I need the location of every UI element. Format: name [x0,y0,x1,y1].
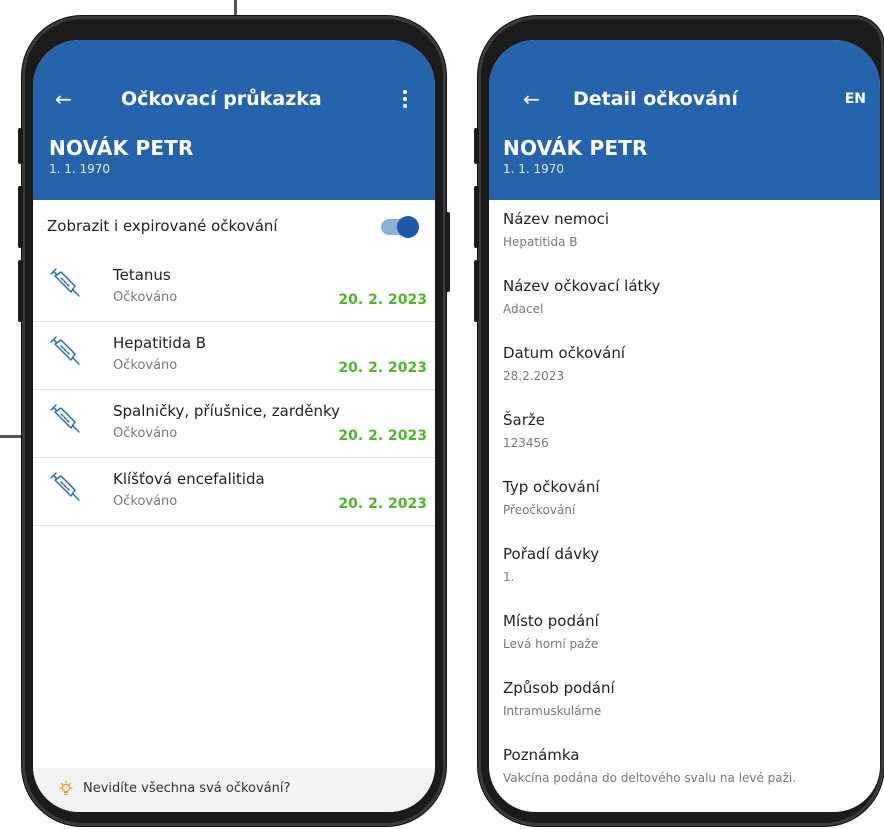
expired-toggle-row: Zobrazit i expirované očkování [47,213,421,241]
vaccine-status: Očkováno [113,426,178,441]
field-value: Vakcína podána do deltového svalu na lev… [503,771,797,785]
missing-vaccinations-hint[interactable]: Nevidíte všechna svá očkování? [33,768,435,812]
list-item[interactable]: Klíšťová encefalitida Očkováno 20. 2. 20… [33,458,435,526]
toggle-label: Zobrazit i expirované očkování [47,217,278,235]
vaccine-date: 20. 2. 2023 [338,360,427,376]
field-label: Místo podání [503,612,599,630]
field-label: Šarže [503,411,545,429]
screen-left: ← Očkovací průkazka NOVÁK PETR 1. 1. 197… [33,40,435,812]
vaccination-detail: Název nemoci Hepatitida B Název očkovací… [503,210,870,812]
syringe-icon [50,472,80,501]
vaccine-status: Očkováno [113,290,178,305]
vaccine-name: Spalničky, příušnice, zarděnky [113,402,341,420]
field-label: Typ očkování [503,478,600,496]
vaccination-list: Tetanus Očkováno 20. 2. 2023 Hepatitida … [33,254,435,526]
field-label: Způsob podání [503,679,615,697]
field-value: 28.2.2023 [503,369,565,383]
field-label: Poznámka [503,746,580,764]
syringe-icon [50,404,80,433]
vaccine-date: 20. 2. 2023 [338,428,427,444]
patient-dob: 1. 1. 1970 [49,162,111,176]
toggle-knob [397,216,419,238]
app-header: ← Očkovací průkazka NOVÁK PETR 1. 1. 197… [33,40,435,200]
more-vertical-icon[interactable] [403,90,407,111]
side-button [18,186,23,248]
vaccine-name: Tetanus [113,266,171,284]
lightbulb-icon [59,780,73,796]
detail-field-type: Typ očkování Přeočkování [503,478,870,545]
list-item[interactable]: Spalničky, příušnice, zarděnky Očkováno … [33,390,435,458]
detail-field-note: Poznámka Vakcína podána do deltového sva… [503,746,870,812]
toolbar: ← Očkovací průkazka [33,84,435,114]
vaccine-name: Hepatitida B [113,334,207,352]
arrow-left-icon[interactable]: ← [523,84,540,114]
list-item[interactable]: Hepatitida B Očkováno 20. 2. 2023 [33,322,435,390]
detail-field-batch: Šarže 123456 [503,411,870,478]
language-switch-button[interactable]: EN [845,84,866,114]
phone-left: ← Očkovací průkazka NOVÁK PETR 1. 1. 197… [18,16,450,826]
screen-right: ← Detail očkování EN NOVÁK PETR 1. 1. 19… [489,40,880,812]
detail-field-site: Místo podání Levá horní paže [503,612,870,679]
patient-name: NOVÁK PETR [503,136,648,160]
detail-field-disease: Název nemoci Hepatitida B [503,210,870,277]
field-label: Pořadí dávky [503,545,600,563]
side-button [474,128,479,164]
app-header: ← Detail očkování EN NOVÁK PETR 1. 1. 19… [489,40,880,200]
side-button [18,128,23,164]
arrow-left-icon[interactable]: ← [55,84,72,114]
detail-field-route: Způsob podání Intramuskulárne [503,679,870,746]
side-button [18,260,23,322]
field-value: Intramuskulárne [503,704,602,718]
field-value: Levá horní paže [503,637,599,651]
detail-field-date: Datum očkování 28.2.2023 [503,344,870,411]
vaccine-date: 20. 2. 2023 [338,292,427,308]
side-button [474,260,479,322]
hint-text: Nevidíte všechna svá očkování? [83,781,291,796]
field-label: Datum očkování [503,344,626,362]
list-item[interactable]: Tetanus Očkováno 20. 2. 2023 [33,254,435,322]
field-label: Název očkovací látky [503,277,661,295]
side-button [445,212,450,292]
phone-right: ← Detail očkování EN NOVÁK PETR 1. 1. 19… [474,16,884,826]
vaccine-date: 20. 2. 2023 [338,496,427,512]
detail-field-vaccine: Název očkovací látky Adacel [503,277,870,344]
expired-toggle[interactable] [381,216,419,238]
field-value: Hepatitida B [503,235,578,249]
page-title: Detail očkování [573,88,738,110]
vaccine-status: Očkováno [113,358,178,373]
field-label: Název nemoci [503,210,610,228]
field-value: Přeočkování [503,503,576,517]
field-value: 123456 [503,436,549,450]
field-value: 1. [503,570,515,584]
patient-dob: 1. 1. 1970 [503,162,565,176]
vaccine-name: Klíšťová encefalitida [113,470,265,488]
field-value: Adacel [503,302,544,316]
patient-name: NOVÁK PETR [49,136,194,160]
side-button [474,186,479,248]
vaccine-status: Očkováno [113,494,178,509]
detail-field-dose-order: Pořadí dávky 1. [503,545,870,612]
toolbar: ← Detail očkování EN [489,84,880,114]
syringe-icon [50,336,80,365]
syringe-icon [50,268,80,297]
page-title: Očkovací průkazka [121,88,322,110]
